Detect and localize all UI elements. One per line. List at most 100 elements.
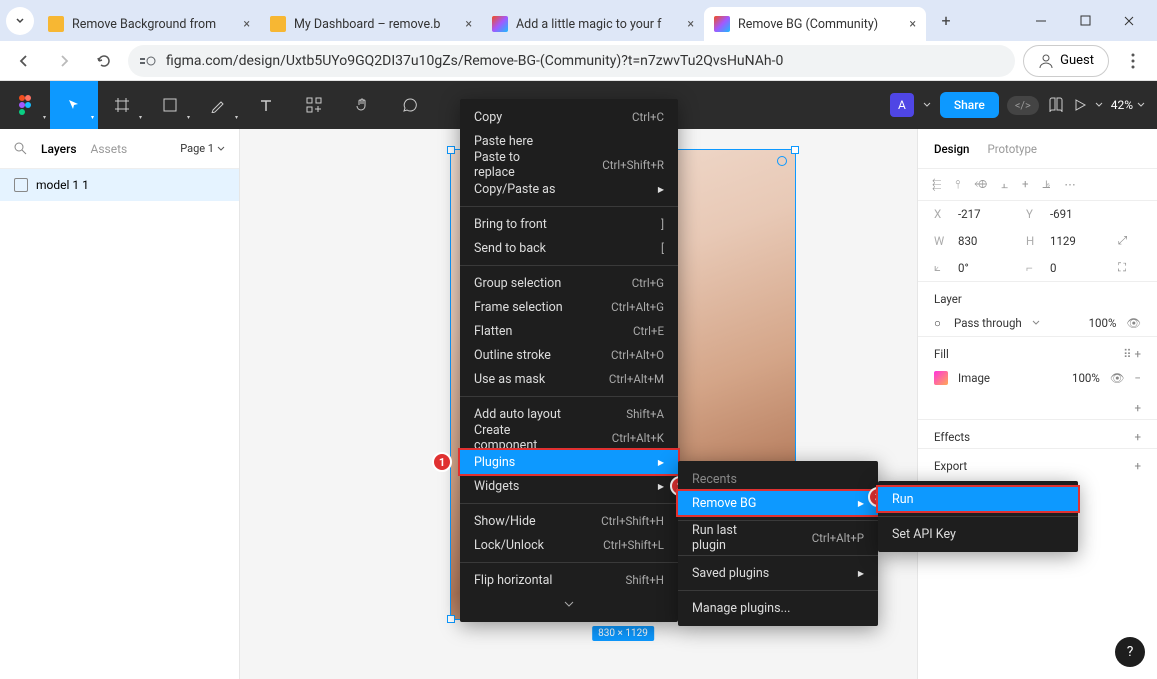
menu-group[interactable]: Group selectionCtrl+G <box>460 271 678 295</box>
present-icon[interactable] <box>1073 98 1087 112</box>
menu-frame[interactable]: Frame selectionCtrl+Alt+G <box>460 295 678 319</box>
new-tab-button[interactable]: + <box>932 7 960 35</box>
chevron-down-icon[interactable] <box>1095 101 1103 109</box>
menu-bring-front[interactable]: Bring to front] <box>460 212 678 236</box>
zoom-control[interactable]: 42% <box>1111 98 1145 112</box>
minimize-button[interactable] <box>1019 1 1063 41</box>
add-icon[interactable]: + <box>1134 430 1141 444</box>
remove-icon[interactable]: − <box>1134 371 1141 385</box>
layer-row[interactable]: model 1 1 <box>0 169 239 201</box>
rotation-input[interactable]: 0° <box>958 261 1016 275</box>
fill-opacity[interactable]: 100% <box>1072 371 1100 385</box>
browser-tab[interactable]: Add a little magic to your f× <box>482 7 704 41</box>
styles-icon[interactable]: ⠿ <box>1123 347 1131 361</box>
alignment-controls[interactable]: ⬱⫯⬲ ⫠+⫡ ⋯ <box>918 169 1157 201</box>
fill-type[interactable]: Image <box>958 371 990 385</box>
close-icon[interactable]: × <box>909 17 916 32</box>
close-icon[interactable]: × <box>465 17 472 32</box>
w-input[interactable]: 830 <box>958 234 1016 248</box>
menu-plugins[interactable]: Plugins▶ 1 <box>460 450 678 474</box>
resources-tool[interactable] <box>290 81 338 129</box>
expand-icon[interactable]: ⛶ <box>1118 260 1126 275</box>
forward-button[interactable] <box>48 45 80 77</box>
browser-tab-active[interactable]: Remove BG (Community)× <box>704 7 926 41</box>
layers-tab[interactable]: Layers <box>41 142 77 156</box>
add-icon[interactable]: + <box>1134 401 1141 415</box>
figma-menu-button[interactable]: ▾ <box>0 81 50 129</box>
page-selector[interactable]: Page 1 <box>180 142 225 155</box>
submenu-saved[interactable]: Saved plugins▶ <box>678 561 878 585</box>
maximize-button[interactable] <box>1063 1 1107 41</box>
menu-lock-unlock[interactable]: Lock/UnlockCtrl+Shift+L <box>460 533 678 557</box>
prototype-tab[interactable]: Prototype <box>987 142 1037 156</box>
comment-tool[interactable] <box>386 81 434 129</box>
resize-handle[interactable] <box>447 146 455 154</box>
resize-handle[interactable] <box>447 615 455 623</box>
share-button[interactable]: Share <box>940 92 999 118</box>
close-button[interactable] <box>1107 1 1151 41</box>
menu-create-component[interactable]: Create componentCtrl+Alt+K <box>460 426 678 450</box>
resize-handle[interactable] <box>791 146 799 154</box>
chevron-down-icon[interactable] <box>922 100 932 110</box>
add-icon[interactable]: + <box>1134 347 1141 361</box>
fill-section-title: Fill <box>934 347 949 361</box>
site-info-icon[interactable] <box>140 55 156 67</box>
more-icon: ⋯ <box>1064 177 1076 192</box>
help-button[interactable]: ? <box>1115 637 1145 667</box>
design-tab[interactable]: Design <box>934 142 969 156</box>
submenu-set-api[interactable]: Set API Key <box>878 522 1078 546</box>
submenu-run[interactable]: Run <box>878 487 1078 511</box>
align-bottom-icon: ⫡ <box>1043 177 1051 192</box>
menu-more[interactable] <box>460 592 678 616</box>
menu-paste-replace[interactable]: Paste to replaceCtrl+Shift+R <box>460 153 678 177</box>
eye-icon[interactable]: 👁 <box>1110 371 1125 385</box>
menu-flip-h[interactable]: Flip horizontalShift+H <box>460 568 678 592</box>
h-input[interactable]: 1129 <box>1050 234 1108 248</box>
blend-mode[interactable]: Pass through <box>954 316 1022 330</box>
submenu-run-last[interactable]: Run last pluginCtrl+Alt+P <box>678 526 878 550</box>
x-input[interactable]: -217 <box>958 207 1016 221</box>
menu-copy-paste-as[interactable]: Copy/Paste as▶ <box>460 177 678 201</box>
hand-tool[interactable] <box>338 81 386 129</box>
tab-search-button[interactable] <box>6 7 34 35</box>
menu-send-back[interactable]: Send to back[ <box>460 236 678 260</box>
annotation-badge: 1 <box>432 452 452 472</box>
canvas[interactable]: 830 × 1129 CopyCtrl+C Paste here Paste t… <box>240 129 917 679</box>
constrain-icon[interactable]: ⤢ <box>1118 233 1127 248</box>
move-tool[interactable]: ▾ <box>50 81 98 129</box>
user-avatar[interactable]: A <box>890 93 914 117</box>
menu-use-mask[interactable]: Use as maskCtrl+Alt+M <box>460 367 678 391</box>
browser-menu-button[interactable] <box>1117 53 1149 69</box>
submenu-manage[interactable]: Manage plugins... <box>678 596 878 620</box>
eye-icon[interactable]: 👁 <box>1126 316 1141 330</box>
y-input[interactable]: -691 <box>1050 207 1108 221</box>
pen-tool[interactable]: ▾ <box>194 81 242 129</box>
menu-flatten[interactable]: FlattenCtrl+E <box>460 319 678 343</box>
fill-swatch[interactable] <box>934 371 948 385</box>
close-icon[interactable]: × <box>687 17 694 32</box>
search-icon[interactable] <box>14 142 27 155</box>
back-button[interactable] <box>8 45 40 77</box>
menu-widgets[interactable]: Widgets▶ 2 <box>460 474 678 498</box>
reload-button[interactable] <box>88 45 120 77</box>
browser-tab-strip: Remove Background from× My Dashboard – r… <box>0 0 1157 41</box>
profile-button[interactable]: Guest <box>1023 45 1109 77</box>
url-input[interactable]: figma.com/design/Uxtb5UYo9GQ2DI37u10gZs/… <box>128 45 1015 77</box>
menu-copy[interactable]: CopyCtrl+C <box>460 105 678 129</box>
radius-input[interactable]: 0 <box>1050 261 1108 275</box>
browser-tab[interactable]: Remove Background from× <box>38 7 260 41</box>
dev-mode-toggle[interactable]: </> <box>1007 96 1039 115</box>
image-icon <box>14 178 28 192</box>
shape-tool[interactable]: ▾ <box>146 81 194 129</box>
menu-show-hide[interactable]: Show/HideCtrl+Shift+H <box>460 509 678 533</box>
submenu-remove-bg[interactable]: Remove BG▶ <box>678 491 878 515</box>
opacity-input[interactable]: 100% <box>1089 316 1117 330</box>
assets-tab[interactable]: Assets <box>91 142 128 156</box>
text-tool[interactable] <box>242 81 290 129</box>
frame-tool[interactable]: ▾ <box>98 81 146 129</box>
close-icon[interactable]: × <box>243 17 250 32</box>
add-icon[interactable]: + <box>1134 459 1141 473</box>
menu-outline-stroke[interactable]: Outline strokeCtrl+Alt+O <box>460 343 678 367</box>
browser-tab[interactable]: My Dashboard – remove.b× <box>260 7 482 41</box>
library-icon[interactable] <box>1047 96 1065 114</box>
